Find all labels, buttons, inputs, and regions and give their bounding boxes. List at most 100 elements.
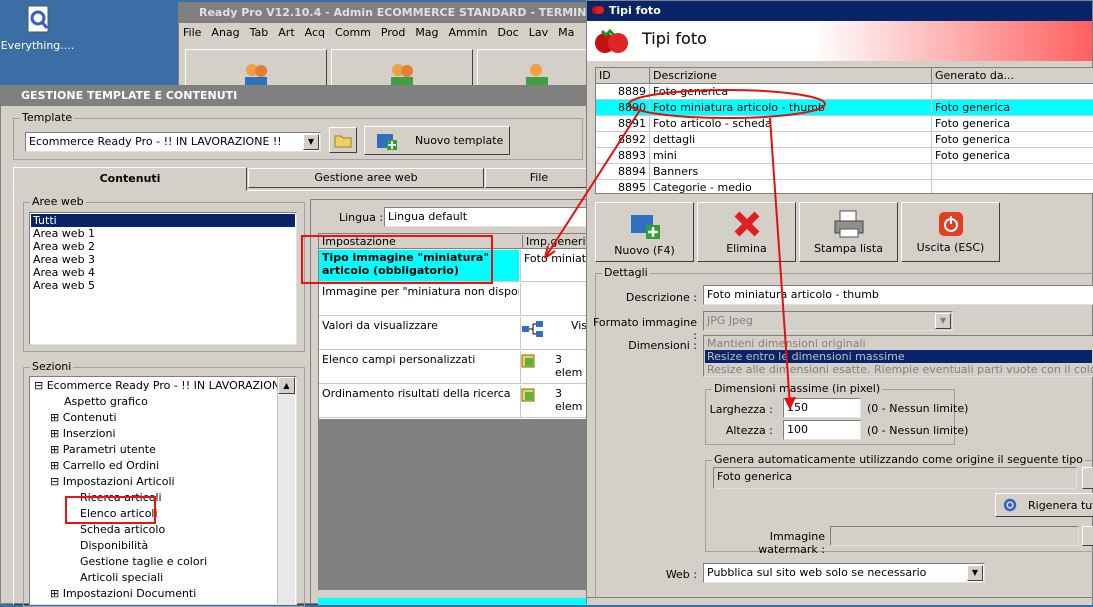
genera-select[interactable]: Foto generica bbox=[713, 467, 1077, 489]
expand-icon[interactable]: ⊞ bbox=[50, 411, 59, 424]
col-header-generato[interactable]: Generato da... bbox=[932, 68, 1093, 83]
tree-item[interactable]: ⊟ Impostazioni Articoli bbox=[32, 474, 294, 490]
template-select-value: Ecommerce Ready Pro - !! IN LAVORAZIONE … bbox=[29, 135, 282, 148]
expand-icon[interactable]: ⊞ bbox=[50, 443, 59, 456]
grid-row-value[interactable] bbox=[520, 283, 592, 315]
formato-select[interactable]: JPG Jpeg ▼ bbox=[703, 311, 953, 331]
grid-row[interactable]: Immagine per "miniatura non disponibile" bbox=[319, 283, 592, 316]
menu-item-anag[interactable]: Anag bbox=[211, 26, 239, 42]
tab-contenuti[interactable]: Contenuti bbox=[13, 167, 247, 191]
desktop-icon-everything[interactable]: Everything.... bbox=[0, 2, 75, 57]
grid-row[interactable]: Ordinamento risultati della ricerca 3 el… bbox=[319, 385, 592, 418]
menu-item-art[interactable]: Art bbox=[278, 26, 294, 42]
menu-item-tab[interactable]: Tab bbox=[250, 26, 269, 42]
printer-icon bbox=[834, 210, 863, 238]
menu-item-doc[interactable]: Doc bbox=[498, 26, 519, 42]
tab-file[interactable]: File bbox=[485, 168, 593, 188]
chevron-down-icon[interactable]: ▼ bbox=[935, 313, 951, 329]
col-header-descrizione[interactable]: Descrizione bbox=[650, 68, 932, 83]
table-row[interactable]: 8891 Foto articolo - scheda Foto generic… bbox=[596, 116, 1093, 132]
genera-folder-button[interactable] bbox=[1082, 467, 1093, 489]
web-select[interactable]: Pubblica sul sito web solo se necessario… bbox=[703, 563, 985, 583]
tree-item[interactable]: ⊞ Impostazioni Documenti bbox=[32, 586, 294, 602]
grid-row-value-cell[interactable]: Visi bbox=[520, 317, 592, 349]
tree-item[interactable]: ⊞ Inserzioni bbox=[32, 426, 294, 442]
grid-row-value-cell[interactable]: 3 elem bbox=[520, 351, 592, 383]
cell-id: 8891 bbox=[596, 116, 650, 131]
altezza-input[interactable]: 100 bbox=[783, 420, 861, 440]
descrizione-label: Descrizione : bbox=[625, 291, 697, 304]
tree-item[interactable]: Aspetto grafico bbox=[32, 394, 294, 410]
new-template-button[interactable]: Nuovo template bbox=[364, 126, 510, 155]
expand-icon[interactable]: ⊞ bbox=[50, 427, 59, 440]
open-folder-button[interactable] bbox=[329, 127, 357, 153]
larghezza-input[interactable]: 150 bbox=[783, 398, 861, 418]
table-row[interactable]: 8889 Foto generica bbox=[596, 84, 1093, 100]
expand-icon[interactable]: ⊞ bbox=[50, 587, 59, 600]
menu-item-mag[interactable]: Mag bbox=[415, 26, 438, 42]
tree-item[interactable]: ⊞ Carrello ed Ordini bbox=[32, 458, 294, 474]
dimensioni-option[interactable]: Mantieni dimensioni originali bbox=[705, 337, 1092, 350]
table-row[interactable]: 8894 Banners bbox=[596, 164, 1093, 180]
menu-item-ma[interactable]: Ma bbox=[558, 26, 574, 42]
table-row[interactable]: 8895 Categorie - medio bbox=[596, 180, 1093, 193]
list-item[interactable]: Area web 3 bbox=[31, 253, 295, 266]
elimina-button[interactable]: Elimina bbox=[697, 202, 796, 262]
col-header-id[interactable]: ID bbox=[596, 68, 650, 83]
collapse-icon[interactable]: ⊟ bbox=[34, 379, 43, 392]
chevron-down-icon[interactable]: ▼ bbox=[303, 134, 319, 150]
tree-item-root[interactable]: ⊟ Ecommerce Ready Pro - !! IN LAVORAZION… bbox=[32, 378, 296, 394]
grid-row[interactable]: Valori da visualizzare Visi bbox=[319, 317, 592, 350]
collapse-icon[interactable]: ⊟ bbox=[50, 475, 59, 488]
aree-web-list[interactable]: Tutti Area web 1 Area web 2 Area web 3 A… bbox=[29, 212, 297, 345]
menu-item-ammin[interactable]: Ammin bbox=[449, 26, 488, 42]
dimensioni-option[interactable]: Resize alle dimensioni esatte. Riempie e… bbox=[705, 363, 1093, 376]
template-select[interactable]: Ecommerce Ready Pro - !! IN LAVORAZIONE … bbox=[25, 132, 321, 152]
cell-descrizione: Banners bbox=[650, 164, 932, 179]
sezioni-tree[interactable]: ⊟ Ecommerce Ready Pro - !! IN LAVORAZION… bbox=[29, 376, 297, 605]
dimensioni-option-selected[interactable]: Resize entro le dimensioni massime bbox=[705, 350, 1092, 363]
expand-icon[interactable]: ⊞ bbox=[50, 459, 59, 472]
menu-item-prod[interactable]: Prod bbox=[381, 26, 405, 42]
tree-item[interactable]: Articoli speciali bbox=[32, 570, 294, 586]
list-item[interactable]: Area web 4 bbox=[31, 266, 295, 279]
lingua-select[interactable]: Lingua default bbox=[384, 207, 593, 227]
tree-item[interactable]: Gestione taglie e colori bbox=[32, 554, 294, 570]
chevron-down-icon[interactable]: ▼ bbox=[967, 565, 983, 581]
tab-gestione-aree-web[interactable]: Gestione aree web bbox=[248, 168, 484, 188]
table-row[interactable]: 8893 mini Foto generica bbox=[596, 148, 1093, 164]
scroll-up-arrow-icon[interactable]: ▲ bbox=[278, 377, 295, 394]
uscita-button[interactable]: Uscita (ESC) bbox=[901, 202, 1000, 262]
rigenera-button[interactable]: Rigenera tutte bbox=[995, 493, 1093, 517]
table-row-selected[interactable]: 8890 Foto miniatura articolo - thumb Fot… bbox=[596, 100, 1093, 116]
tree-item[interactable]: Disponibilità bbox=[32, 538, 294, 554]
list-item-tutti[interactable]: Tutti bbox=[31, 214, 295, 227]
larghezza-note: (0 - Nessun limite) bbox=[867, 402, 969, 415]
rigenera-label: Rigenera tutte bbox=[1028, 499, 1093, 512]
table-row[interactable]: 8892 dettagli Foto generica bbox=[596, 132, 1093, 148]
cell-id: 8890 bbox=[596, 100, 650, 115]
list-item[interactable]: Area web 2 bbox=[31, 240, 295, 253]
list-item[interactable]: Area web 1 bbox=[31, 227, 295, 240]
elimina-label: Elimina bbox=[726, 242, 767, 255]
tree-item[interactable]: ⊞ Parametri utente bbox=[32, 442, 294, 458]
menu-item-file[interactable]: File bbox=[183, 26, 201, 42]
tree-item[interactable]: Scheda articolo bbox=[32, 522, 294, 538]
dimensioni-list[interactable]: Mantieni dimensioni originali Resize ent… bbox=[703, 335, 1093, 377]
menu-item-comm[interactable]: Comm bbox=[335, 26, 371, 42]
tipi-foto-header-title: Tipi foto bbox=[642, 29, 707, 48]
watermark-input[interactable] bbox=[830, 526, 1079, 546]
menu-item-lav[interactable]: Lav bbox=[529, 26, 548, 42]
nuovo-button[interactable]: Nuovo (F4) bbox=[595, 202, 694, 262]
larghezza-value: 150 bbox=[787, 401, 808, 414]
menu-item-acq[interactable]: Acq bbox=[305, 26, 325, 42]
tree-item[interactable]: ⊞ Contenuti bbox=[32, 410, 294, 426]
grid-row[interactable]: Elenco campi personalizzati 3 elem bbox=[319, 351, 592, 384]
list-item[interactable]: Area web 5 bbox=[31, 279, 295, 292]
stampa-lista-button[interactable]: Stampa lista bbox=[799, 202, 898, 262]
tree-scrollbar[interactable]: ▲ bbox=[277, 377, 295, 604]
grid-row-value-cell[interactable]: 3 elem bbox=[520, 385, 592, 417]
watermark-folder-button[interactable] bbox=[1082, 526, 1093, 546]
descrizione-input[interactable]: Foto miniatura articolo - thumb bbox=[703, 285, 1093, 305]
grid-row-value[interactable]: Foto miniatura bbox=[520, 250, 592, 281]
